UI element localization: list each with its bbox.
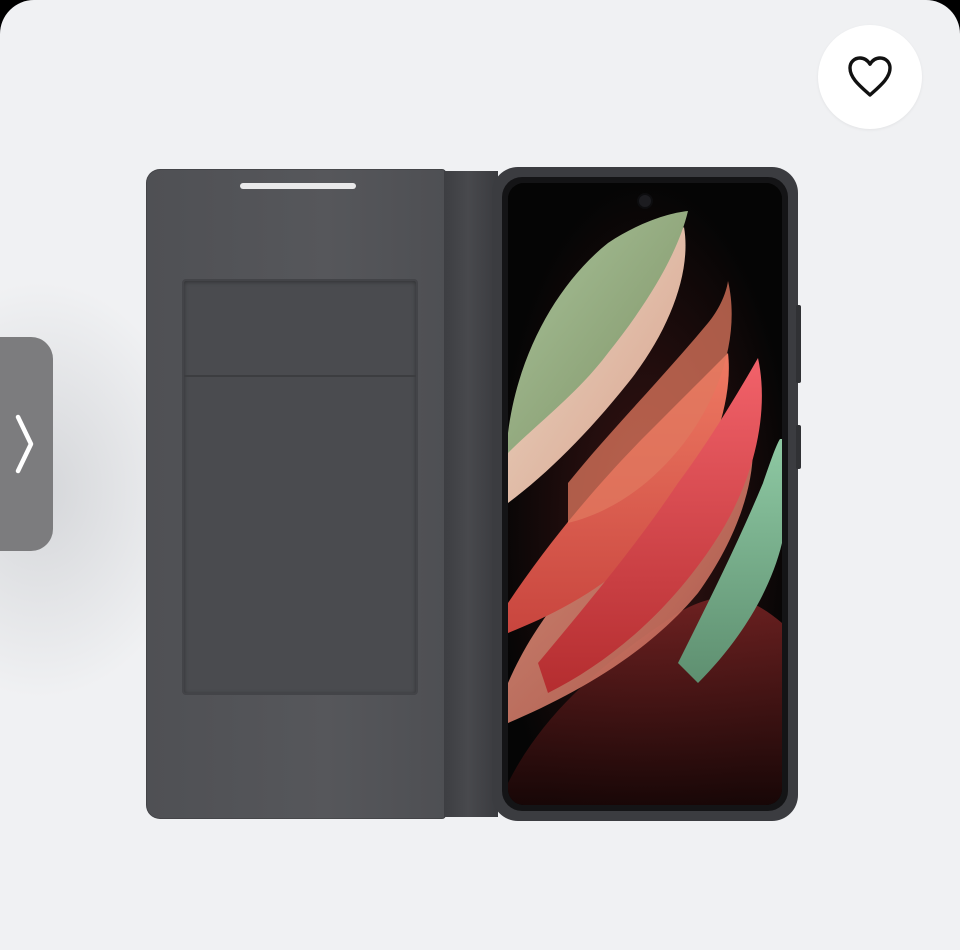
front-camera [639, 195, 651, 207]
phone-case [492, 167, 801, 821]
next-image-button[interactable] [0, 337, 53, 551]
phone-side-button [796, 425, 801, 469]
chevron-right-icon [15, 414, 34, 474]
cover-spine [444, 171, 498, 817]
product-image-card [0, 0, 960, 950]
heart-outline-icon [848, 56, 892, 97]
wallpaper-graphic [508, 183, 782, 805]
card-pocket [182, 279, 418, 695]
pocket-divider [184, 375, 416, 377]
wallet-cover [146, 169, 446, 819]
cover-slot-line [240, 183, 356, 189]
phone-screen [508, 183, 782, 805]
favorite-button[interactable] [818, 25, 922, 129]
phone [502, 177, 788, 811]
phone-side-button [796, 305, 801, 383]
product-image [146, 167, 801, 821]
